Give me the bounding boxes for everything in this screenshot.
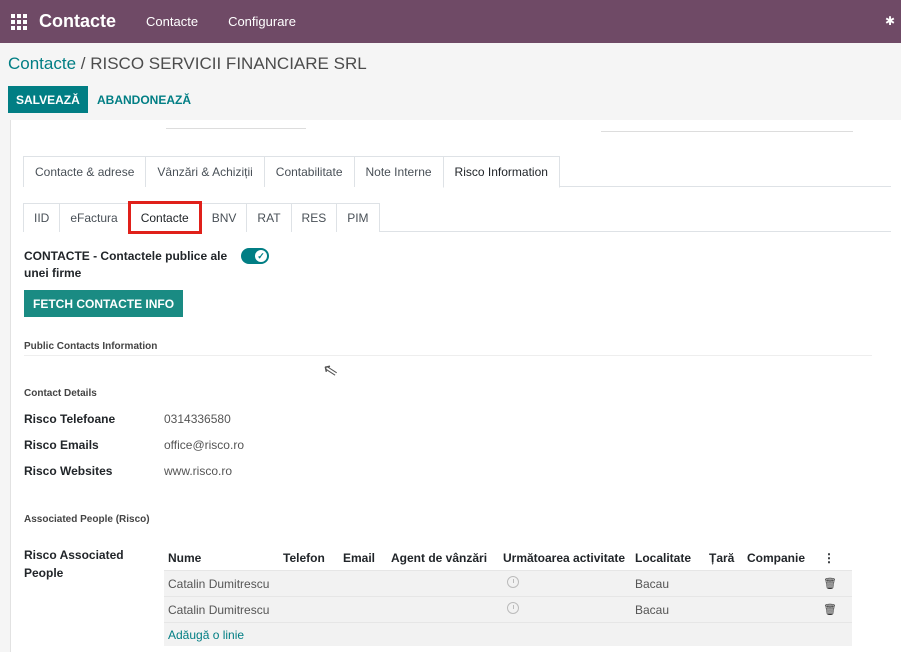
- col-telefon[interactable]: Telefon: [279, 551, 339, 565]
- check-icon: ✓: [255, 250, 267, 262]
- breadcrumb-parent[interactable]: Contacte: [8, 54, 76, 73]
- cell-localitate: Bacau: [635, 602, 670, 617]
- cell-name: Catalin Dumitrescu: [168, 576, 270, 591]
- subtab-iid[interactable]: IID: [23, 203, 61, 232]
- fetch-contacte-button[interactable]: FETCH CONTACTE INFO: [24, 290, 184, 317]
- col-agent[interactable]: Agent de vânzări: [387, 551, 499, 565]
- column-options-icon[interactable]: ⋮: [819, 551, 839, 565]
- form-sheet: Contacte & adrese Vânzări & Achiziții Co…: [10, 120, 901, 652]
- section-public-contacts: Public Contacts Information: [24, 341, 158, 352]
- cell-localitate: Bacau: [635, 576, 670, 591]
- apps-menu-icon[interactable]: [2, 0, 36, 43]
- tab-contacte-adrese[interactable]: Contacte & adrese: [23, 156, 147, 187]
- subtab-res[interactable]: RES: [290, 203, 338, 232]
- contacte-toggle[interactable]: ✓: [241, 248, 269, 264]
- subtab-contacte[interactable]: Contacte: [127, 201, 202, 234]
- col-companie[interactable]: Companie: [743, 551, 819, 565]
- breadcrumb-current: RISCO SERVICII FINANCIARE SRL: [90, 54, 367, 73]
- subtab-efactura[interactable]: eFactura: [59, 203, 129, 232]
- subtab-pim[interactable]: PIM: [336, 203, 380, 232]
- associated-people-label: Risco Associated People: [24, 548, 124, 580]
- table-header: Nume Telefon Email Agent de vânzări Urmă…: [164, 546, 852, 570]
- save-button[interactable]: SALVEAZĂ: [8, 86, 88, 113]
- col-activitate[interactable]: Următoarea activitate: [499, 551, 631, 565]
- field-label-telefoane: Risco Telefoane: [24, 412, 116, 426]
- table-row[interactable]: Catalin Dumitrescu Bacau 🗑: [164, 596, 852, 622]
- field-value-emails[interactable]: office@risco.ro: [164, 438, 244, 452]
- menu-contacte[interactable]: Contacte: [146, 14, 198, 29]
- tab-vanzari-achizitii[interactable]: Vânzări & Achiziții: [145, 156, 265, 187]
- section-contact-details: Contact Details: [24, 388, 97, 399]
- trash-icon[interactable]: 🗑: [819, 577, 839, 590]
- partial-field-line: [166, 128, 306, 129]
- field-value-telefoane[interactable]: 0314336580: [164, 412, 231, 426]
- discard-button[interactable]: ABANDONEAZĂ: [97, 86, 191, 113]
- cell-activity[interactable]: [499, 602, 631, 617]
- subtab-rat[interactable]: RAT: [246, 203, 292, 232]
- breadcrumb: Contacte / RISCO SERVICII FINANCIARE SRL: [8, 54, 367, 74]
- cell-activity[interactable]: [499, 576, 631, 591]
- section-divider: [24, 355, 872, 356]
- field-label-emails: Risco Emails: [24, 438, 99, 452]
- bug-icon[interactable]: ✱: [885, 14, 895, 28]
- notebook-tabs: Contacte & adrese Vânzări & Achiziții Co…: [23, 156, 891, 188]
- col-email[interactable]: Email: [339, 551, 387, 565]
- col-localitate[interactable]: Localitate: [631, 551, 705, 565]
- table-row[interactable]: Catalin Dumitrescu Bacau 🗑: [164, 570, 852, 596]
- tab-risco-information[interactable]: Risco Information: [442, 156, 560, 188]
- associated-people-table: Nume Telefon Email Agent de vânzări Urmă…: [164, 546, 852, 646]
- subtab-bnv[interactable]: BNV: [200, 203, 248, 232]
- trash-icon[interactable]: 🗑: [819, 603, 839, 616]
- clock-icon[interactable]: [507, 576, 519, 588]
- top-navbar: Contacte Contacte Configurare ✱: [0, 0, 901, 43]
- col-tara[interactable]: Țară: [705, 551, 743, 565]
- field-value-websites[interactable]: www.risco.ro: [164, 464, 232, 478]
- tab-contabilitate[interactable]: Contabilitate: [263, 156, 355, 187]
- field-label-websites: Risco Websites: [24, 464, 113, 478]
- mouse-cursor-icon: ⇖: [320, 358, 340, 382]
- clock-icon[interactable]: [507, 602, 519, 614]
- section-associated-people: Associated People (Risco): [24, 514, 150, 525]
- partial-field-line: [601, 131, 853, 132]
- add-line-link[interactable]: Adăugă o linie: [164, 622, 852, 646]
- menu-configurare[interactable]: Configurare: [228, 14, 296, 29]
- toggle-label: CONTACTE - Contactele publice ale unei f…: [24, 249, 228, 280]
- cell-name: Catalin Dumitrescu: [168, 602, 270, 617]
- app-name[interactable]: Contacte: [39, 11, 116, 32]
- tab-note-interne[interactable]: Note Interne: [353, 156, 444, 187]
- sub-tabs: IID eFactura Contacte BNV RAT RES PIM: [23, 201, 891, 234]
- col-nume[interactable]: Nume: [164, 551, 279, 565]
- breadcrumb-separator: /: [76, 54, 91, 73]
